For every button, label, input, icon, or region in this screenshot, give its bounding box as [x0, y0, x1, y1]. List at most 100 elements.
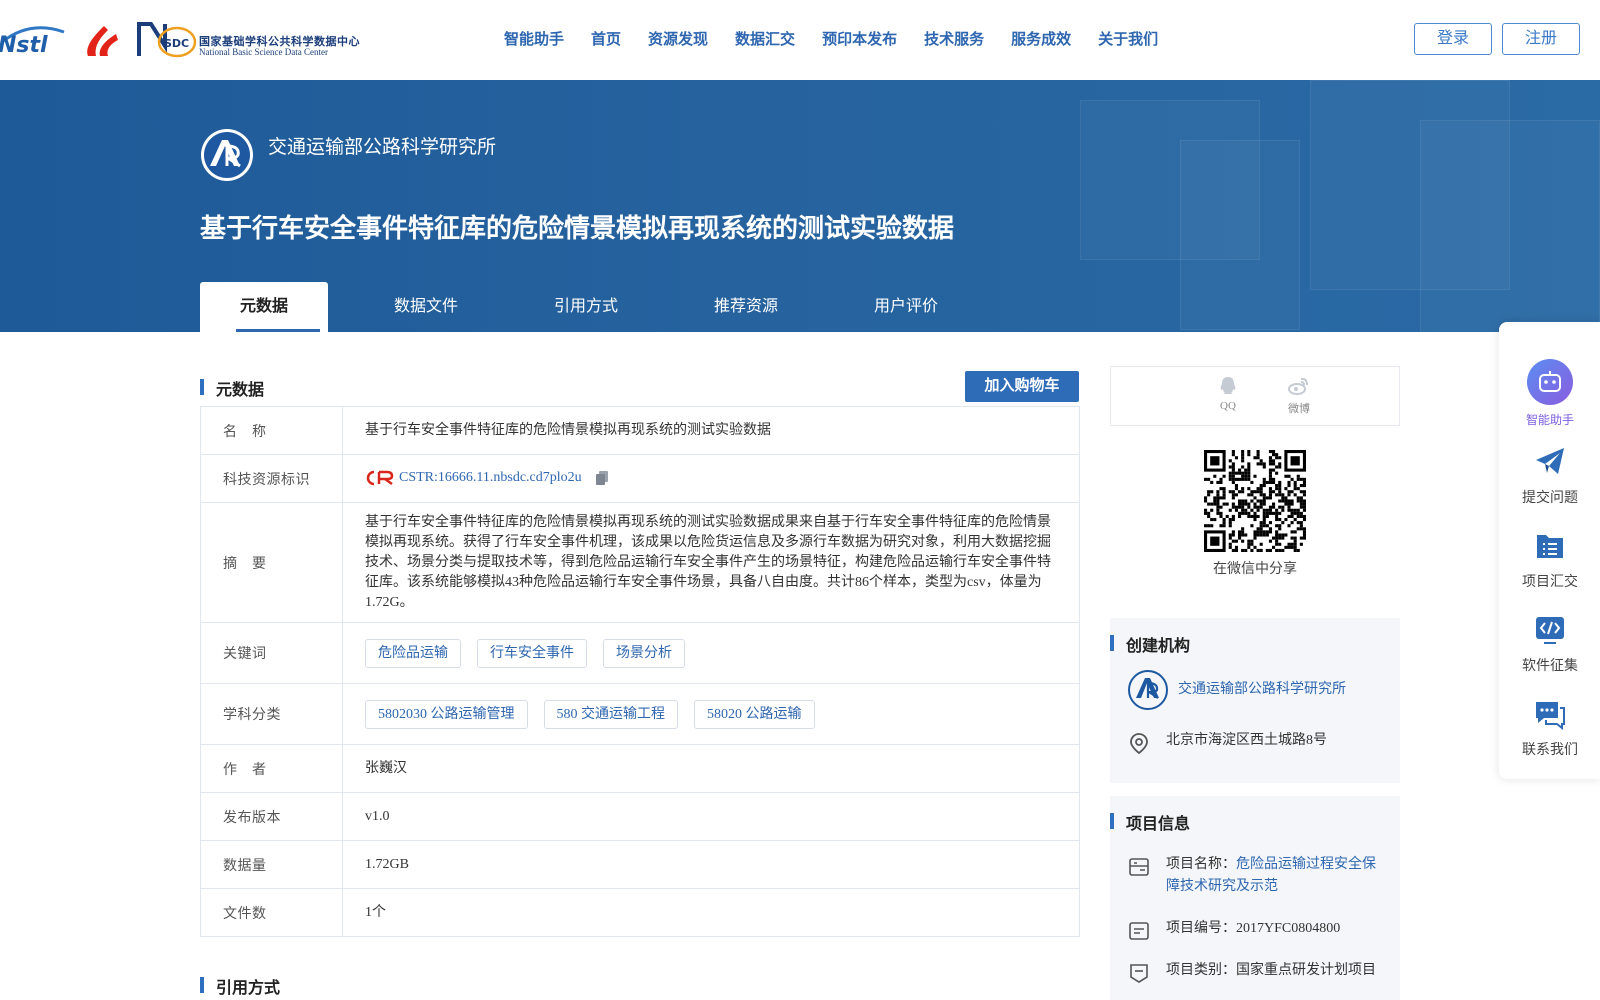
value-keywords: 危险品运输 行车安全事件 场景分析 — [342, 622, 1080, 684]
project-name-label: 项目名称： — [1166, 857, 1236, 872]
qq-icon — [1220, 377, 1236, 394]
floatbar-software-collection-label: 软件征集 — [1522, 659, 1578, 674]
label-subject: 学科分类 — [200, 683, 343, 745]
nav-home[interactable]: 首页 — [591, 28, 621, 49]
value-version: v1.0 — [342, 792, 1080, 841]
creator-address-row: 北京市海淀区西土城路8号 — [1128, 730, 1384, 754]
project-name-row: 项目名称：危险品运输过程安全保障技术研究及示范 — [1128, 854, 1384, 898]
top-navbar: Nstl SDC 国家基础学科公共科学数据中心 National Basic S… — [0, 0, 1600, 80]
location-pin-icon — [1130, 733, 1148, 754]
paper-plane-icon — [1536, 448, 1564, 474]
project-heading: 项目信息 — [1110, 810, 1190, 834]
floatbar-ai-assistant-label: 智能助手 — [1525, 413, 1574, 427]
tag-icon — [1130, 964, 1148, 983]
tab-metadata[interactable]: 元数据 — [200, 282, 328, 332]
institution-logo-icon — [1128, 670, 1168, 710]
table-row: 摘 要 基于行车安全事件特征库的危险情景模拟再现系统的测试实验数据成果来自基于行… — [200, 502, 1080, 623]
wechat-share-caption: 在微信中分享 — [1213, 562, 1297, 577]
nstl-logo[interactable]: Nstl — [0, 22, 66, 56]
share-qq[interactable]: QQ — [1208, 375, 1248, 412]
floatbar-software-collection[interactable]: 软件征集 — [1499, 614, 1600, 675]
login-button[interactable]: 登录 — [1414, 23, 1492, 55]
value-abstract: 基于行车安全事件特征库的危险情景模拟再现系统的测试实验数据成果来自基于行车安全事… — [342, 502, 1080, 623]
chat-bubble-icon — [1536, 702, 1565, 731]
table-row: 学科分类 5802030 公路运输管理 580 交通运输工程 58020 公路运输 — [200, 683, 1080, 745]
value-author: 张巍汉 — [342, 744, 1080, 793]
value-identifier: CSTR:16666.11.nbsdc.cd7plo2u — [342, 454, 1080, 503]
cstr-logo-icon — [366, 471, 394, 486]
table-row: 数据量 1.72GB — [200, 840, 1080, 889]
main-nav: 智能助手 首页 资源发现 数据汇交 预印本发布 技术服务 服务成效 关于我们 — [504, 28, 1185, 49]
subject-tag[interactable]: 5802030 公路运输管理 — [365, 699, 528, 729]
label-keywords: 关键词 — [200, 622, 343, 684]
subject-tag[interactable]: 580 交通运输工程 — [543, 699, 678, 729]
subject-tag[interactable]: 58020 公路运输 — [694, 699, 815, 729]
table-row: 发布版本 v1.0 — [200, 792, 1080, 841]
share-weibo-label: 微博 — [1288, 403, 1310, 415]
tab-user-reviews[interactable]: 用户评价 — [826, 282, 986, 332]
robot-icon — [1527, 359, 1573, 405]
list-folder-icon — [1537, 535, 1563, 558]
register-button[interactable]: 注册 — [1502, 23, 1580, 55]
nsdc-logo-mark: SDC — [137, 22, 197, 58]
metadata-heading: 元数据 — [200, 376, 264, 400]
creator-name-row: 交通运输部公路科学研究所 — [1128, 670, 1384, 710]
project-card: 项目信息 项目名称：危险品运输过程安全保障技术研究及示范 项目编号：2017YF… — [1110, 796, 1400, 1000]
nav-service-results[interactable]: 服务成效 — [1011, 28, 1071, 49]
dataset-banner: 交通运输部公路科学研究所 基于行车安全事件特征库的危险情景模拟再现系统的测试实验… — [0, 80, 1600, 332]
keyword-tag[interactable]: 场景分析 — [603, 638, 685, 668]
red-emblem-logo[interactable] — [82, 22, 120, 58]
table-row: 关键词 危险品运输 行车安全事件 场景分析 — [200, 622, 1080, 684]
project-name-icon — [1129, 858, 1149, 876]
dataset-title: 基于行车安全事件特征库的危险情景模拟再现系统的测试实验数据 — [200, 214, 955, 244]
nav-resource-discovery[interactable]: 资源发现 — [648, 28, 708, 49]
floatbar-submit-question[interactable]: 提交问题 — [1499, 446, 1600, 507]
project-code-row: 项目编号：2017YFC0804800 — [1128, 918, 1384, 940]
tab-recommended[interactable]: 推荐资源 — [666, 282, 826, 332]
value-name: 基于行车安全事件特征库的危险情景模拟再现系统的测试实验数据 — [342, 406, 1080, 455]
creator-card: 创建机构 交通运输部公路科学研究所 北京市海淀区西土城路8号 — [1110, 618, 1400, 783]
copy-icon[interactable] — [595, 470, 609, 486]
nav-preprint[interactable]: 预印本发布 — [822, 28, 897, 49]
keyword-tag[interactable]: 危险品运输 — [365, 638, 461, 668]
tab-data-files[interactable]: 数据文件 — [346, 282, 506, 332]
table-row: 科技资源标识 CSTR:16666.11.nbsdc.cd7plo2u — [200, 454, 1080, 503]
floatbar-contact-us-label: 联系我们 — [1522, 743, 1578, 758]
project-category-row: 项目类别：国家重点研发计划项目 — [1128, 960, 1384, 983]
creator-address: 北京市海淀区西土城路8号 — [1166, 733, 1327, 748]
tab-citation[interactable]: 引用方式 — [506, 282, 666, 332]
creator-heading: 创建机构 — [1110, 632, 1190, 656]
nsdc-logo[interactable]: SDC 国家基础学科公共科学数据中心 National Basic Scienc… — [135, 20, 360, 60]
floatbar-project-submission[interactable]: 项目汇交 — [1499, 530, 1600, 591]
floatbar-ai-assistant[interactable]: 智能助手 — [1499, 358, 1600, 428]
project-category: 项目类别：国家重点研发计划项目 — [1166, 963, 1376, 978]
institution-name[interactable]: 交通运输部公路科学研究所 — [268, 132, 496, 159]
nav-data-submission[interactable]: 数据汇交 — [735, 28, 795, 49]
label-files: 文件数 — [200, 888, 343, 937]
citation-heading: 引用方式 — [200, 974, 280, 998]
label-name: 名 称 — [200, 406, 343, 455]
floatbar-contact-us[interactable]: 联系我们 — [1499, 698, 1600, 759]
nav-ai-assistant[interactable]: 智能助手 — [504, 28, 564, 49]
cstr-link[interactable]: CSTR:16666.11.nbsdc.cd7plo2u — [399, 470, 582, 485]
label-identifier: 科技资源标识 — [200, 454, 343, 503]
floatbar-submit-question-label: 提交问题 — [1522, 491, 1578, 506]
metadata-table: 名 称 基于行车安全事件特征库的危险情景模拟再现系统的测试实验数据 科技资源标识… — [200, 406, 1080, 937]
keyword-tag[interactable]: 行车安全事件 — [477, 638, 587, 668]
nsdc-logo-mark-text: SDC — [164, 37, 189, 50]
label-author: 作 者 — [200, 744, 343, 793]
value-subject: 5802030 公路运输管理 580 交通运输工程 58020 公路运输 — [342, 683, 1080, 745]
wechat-qr-code — [1204, 450, 1306, 552]
value-size: 1.72GB — [342, 840, 1080, 889]
nstl-logo-text: Nstl — [0, 33, 48, 56]
share-weibo[interactable]: 微博 — [1279, 375, 1319, 416]
label-size: 数据量 — [200, 840, 343, 889]
nav-about[interactable]: 关于我们 — [1098, 28, 1158, 49]
code-icon — [1536, 617, 1564, 644]
banner-decoration — [1180, 140, 1300, 330]
nav-tech-service[interactable]: 技术服务 — [924, 28, 984, 49]
label-abstract: 摘 要 — [200, 502, 343, 623]
weibo-icon — [1288, 377, 1308, 395]
add-to-cart-button[interactable]: 加入购物车 — [965, 371, 1079, 402]
banner-decoration — [1420, 120, 1600, 332]
